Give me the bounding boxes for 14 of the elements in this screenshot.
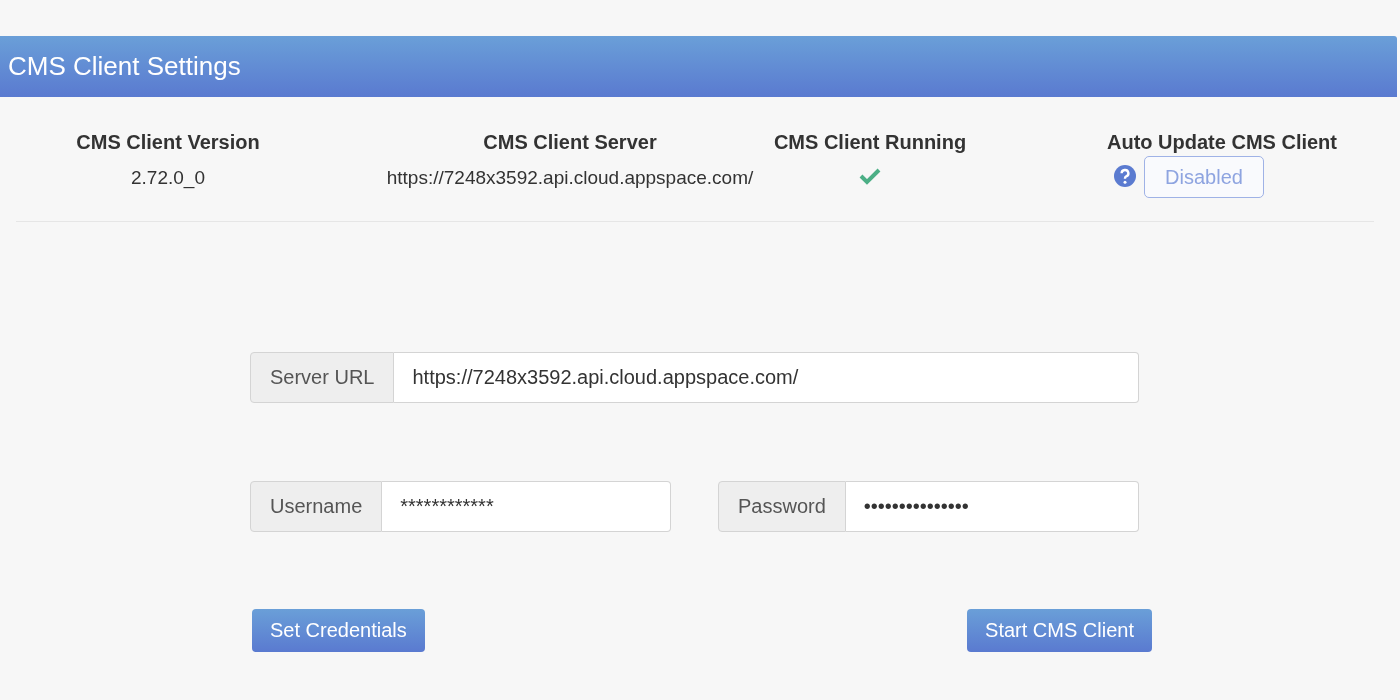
field-label: Password [718, 481, 846, 532]
column-heading: CMS Client Server [483, 131, 657, 154]
username-field[interactable]: ************ [382, 481, 671, 532]
help-icon[interactable] [1114, 165, 1137, 187]
info-value: https://7248x3592.api.cloud.appspace.com/ [386, 167, 754, 189]
field-label: Server URL [250, 352, 395, 403]
page-title: CMS Client Settings [8, 51, 241, 82]
info-value: 2.72.0_0 [131, 167, 205, 189]
column-heading: CMS Client Running [773, 131, 967, 154]
column-heading: Auto Update CMS Client [1107, 131, 1337, 154]
server-url-field[interactable]: https://7248x3592.api.cloud.appspace.com/ [394, 352, 1139, 403]
column-heading: CMS Client Version [76, 131, 260, 154]
password-field[interactable]: ••••••••••••••• [845, 481, 1139, 532]
field-label: Username [250, 481, 383, 532]
